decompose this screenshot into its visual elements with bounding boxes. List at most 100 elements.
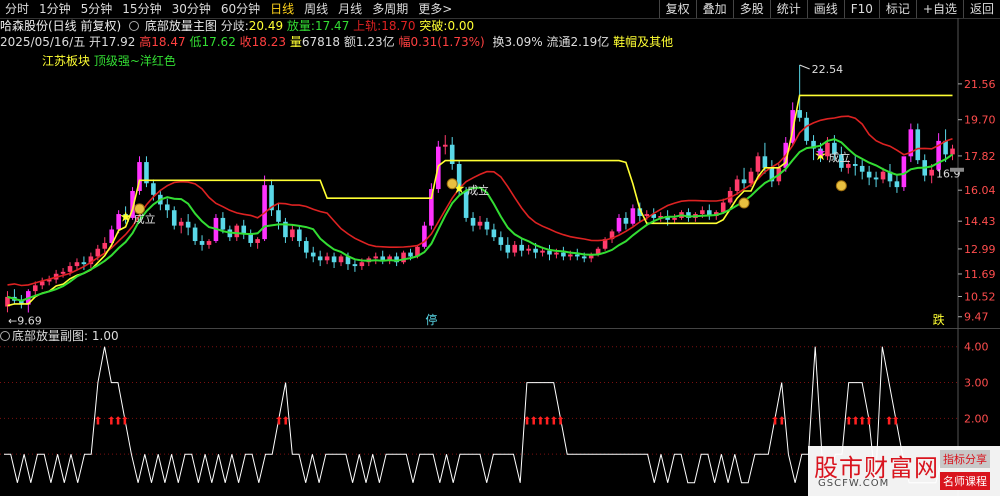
candle-body — [491, 229, 497, 238]
limit-label: 停 — [425, 312, 437, 327]
price-axis-label: 12.99 — [964, 243, 996, 256]
candle-body — [797, 110, 802, 118]
candle-body — [547, 250, 552, 255]
candle-body — [526, 248, 531, 251]
watermark-badge-course: 名师课程 — [940, 472, 990, 490]
watermark-badge-share: 指标分享 — [940, 450, 990, 468]
drop-label: 跌 — [933, 312, 945, 327]
candle-body — [644, 214, 650, 216]
candle-body — [74, 262, 80, 267]
candle-body — [873, 177, 879, 180]
upper-band-line — [7, 115, 953, 287]
watermark: 股市财富网 GSCFW.COM 指标分享 名师课程 — [808, 446, 1000, 496]
candle-body — [748, 171, 754, 184]
candle-body — [519, 244, 524, 251]
candle-body — [755, 156, 761, 172]
last-price-marker — [950, 167, 964, 172]
candle-body — [310, 252, 316, 257]
price-axis-label: 14.43 — [964, 215, 996, 228]
money-bag-icon — [835, 180, 847, 192]
candle-body — [165, 204, 170, 211]
candle-body — [352, 264, 358, 267]
candle-body — [290, 229, 295, 238]
candle-body — [616, 217, 622, 232]
candle-body — [512, 244, 518, 253]
candle-body — [720, 202, 726, 213]
candle-body — [220, 217, 226, 230]
signal-arrow-icon: ⬆ — [93, 414, 102, 427]
candle-body — [859, 165, 865, 172]
watermark-url: GSCFW.COM — [818, 478, 890, 489]
candle-body — [568, 254, 573, 257]
candle-body — [442, 144, 448, 147]
candle-body — [331, 256, 337, 263]
candle-body — [574, 254, 580, 257]
candle-body — [852, 164, 858, 166]
candle-body — [672, 217, 677, 220]
high-pointer — [799, 64, 810, 70]
money-bag-icon — [446, 178, 458, 190]
candle-body — [408, 252, 413, 257]
price-axis-label: 16.04 — [964, 184, 996, 197]
candle-body — [297, 229, 302, 242]
candle-body — [373, 256, 379, 259]
signal-arrow-icon: ⬆ — [120, 414, 129, 427]
candle-body — [102, 242, 108, 249]
candle-body — [505, 244, 511, 253]
candle-body — [255, 239, 260, 243]
price-axis-label: 10.52 — [964, 291, 996, 304]
candle-body — [470, 217, 476, 226]
high-label: 22.54 — [812, 63, 844, 76]
candle-body — [581, 256, 587, 259]
candle-body — [185, 221, 191, 228]
candle-body — [95, 248, 101, 257]
candle-body — [178, 221, 184, 226]
candle-body — [401, 252, 406, 263]
pink-star-icon: ★ — [815, 145, 826, 159]
candle-body — [498, 237, 504, 245]
signal-arrow-icon: ⬆ — [777, 414, 786, 427]
candle-body — [804, 117, 809, 141]
signal-label: 成立 — [828, 150, 850, 164]
candle-body — [929, 169, 934, 176]
low-label: ←9.69 — [8, 314, 42, 327]
candle-body — [171, 210, 177, 226]
signal-label: 成立 — [134, 212, 156, 226]
candle-body — [67, 266, 73, 272]
signal-arrow-icon: ⬆ — [556, 414, 565, 427]
sub-axis-label: 2.00 — [964, 412, 989, 425]
candle-body — [32, 285, 38, 292]
money-bag-icon — [738, 197, 750, 209]
candle-body — [484, 221, 490, 230]
candle-body — [561, 252, 566, 257]
signal-label: 成立 — [467, 183, 489, 197]
candle-body — [540, 250, 545, 253]
candle-body — [630, 208, 636, 224]
signal-star-icon: ★ — [119, 210, 132, 226]
candle-body — [199, 241, 205, 245]
kline-chart[interactable]: 21.56 19.70 17.82 16.04 14.43 12.99 11.69 10.52… — [0, 0, 1000, 496]
candle-body — [734, 179, 740, 191]
candle-body — [303, 241, 309, 253]
sub-axis-label: 4.00 — [964, 341, 989, 354]
candle-body — [338, 256, 344, 263]
price-axis-label: 9.47 — [964, 311, 989, 324]
signal-arrow-icon: ⬆ — [281, 414, 290, 427]
candle-body — [477, 221, 483, 226]
price-axis-label: 11.69 — [964, 268, 996, 281]
price-axis-label: 21.56 — [964, 78, 996, 91]
price-axis-label: 19.70 — [964, 114, 996, 127]
candle-body — [880, 171, 886, 180]
candle-body — [359, 262, 365, 267]
candle-body — [422, 225, 427, 247]
candle-body — [894, 181, 900, 188]
candle-body — [317, 256, 323, 261]
candle-body — [741, 179, 747, 184]
candle-body — [60, 271, 66, 274]
candle-body — [700, 210, 705, 215]
candle-body — [866, 171, 872, 178]
candle-body — [81, 262, 87, 265]
signal-arrow-icon: ⬆ — [891, 414, 900, 427]
candle-body — [845, 164, 851, 168]
candle-body — [276, 210, 281, 222]
